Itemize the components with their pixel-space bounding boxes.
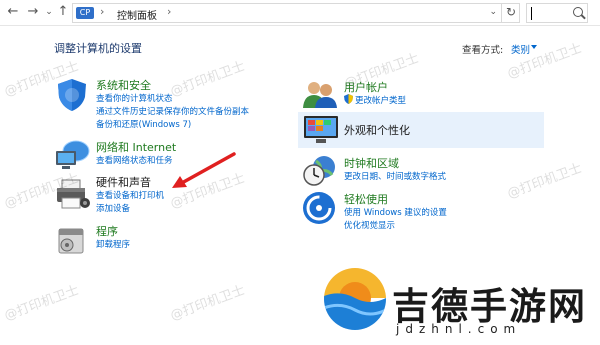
accessibility-icon xyxy=(303,192,335,224)
view-by-dropdown[interactable]: 类别 xyxy=(511,42,530,56)
back-arrow-icon[interactable]: ← xyxy=(4,3,22,21)
category-programs[interactable]: 程序 卸载程序 xyxy=(54,223,294,254)
view-by-label: 查看方式: xyxy=(462,45,504,56)
search-icon[interactable] xyxy=(573,7,583,17)
printer-icon xyxy=(57,179,90,209)
link-view-computer-status[interactable]: 查看你的计算机状态 xyxy=(96,92,173,104)
page-title: 调整计算机的设置 xyxy=(54,42,142,55)
annotation-arrow-icon xyxy=(172,152,236,188)
watermark: @打印机卫士 xyxy=(2,282,81,324)
link-add-device[interactable]: 添加设备 xyxy=(96,202,130,214)
programs-icon xyxy=(58,228,84,254)
up-arrow-icon[interactable]: ↑ xyxy=(54,3,72,21)
breadcrumb-control-panel[interactable]: 控制面板 xyxy=(117,7,157,22)
clock-icon xyxy=(303,156,335,186)
link-file-history[interactable]: 通过文件历史记录保存你的文件备份副本 xyxy=(96,105,249,117)
category-title[interactable]: 程序 xyxy=(96,223,118,239)
link-change-date-time[interactable]: 更改日期、时间或数字格式 xyxy=(344,170,446,182)
link-network-status[interactable]: 查看网络状态和任务 xyxy=(96,154,173,166)
refresh-icon[interactable]: ↻ xyxy=(501,3,520,23)
category-clock-region[interactable]: 时钟和区域 更改日期、时间或数字格式 xyxy=(302,155,542,187)
link-change-account-type[interactable]: 更改帐户类型 xyxy=(355,94,406,106)
appearance-icon xyxy=(304,116,338,143)
breadcrumb-chevron-icon[interactable]: › xyxy=(167,5,171,18)
link-backup-restore[interactable]: 备份和还原(Windows 7) xyxy=(96,118,191,130)
category-system-security[interactable]: 系统和安全 查看你的计算机状态 通过文件历史记录保存你的文件备份副本 备份和还原… xyxy=(54,77,294,130)
category-user-accounts[interactable]: 用户帐户 更改帐户类型 xyxy=(302,79,542,109)
address-field[interactable]: CP › 控制面板 › ⌄ xyxy=(72,3,520,23)
breadcrumb-chevron-icon[interactable]: › xyxy=(100,5,104,18)
users-icon xyxy=(303,82,337,108)
network-icon xyxy=(56,140,90,169)
shield-icon xyxy=(58,79,86,111)
category-title[interactable]: 轻松使用 xyxy=(344,191,388,207)
watermark: @打印机卫士 xyxy=(168,282,247,324)
category-title[interactable]: 硬件和声音 xyxy=(96,174,151,190)
category-title[interactable]: 网络和 Internet xyxy=(96,139,176,155)
category-ease-of-access[interactable]: 轻松使用 使用 Windows 建议的设置 优化视觉显示 xyxy=(302,191,542,231)
address-dropdown-icon[interactable]: ⌄ xyxy=(489,7,497,17)
category-title[interactable]: 时钟和区域 xyxy=(344,155,399,171)
category-title[interactable]: 外观和个性化 xyxy=(344,122,410,138)
control-panel-icon: CP xyxy=(76,7,94,19)
category-appearance-personalization[interactable]: 外观和个性化 xyxy=(302,114,542,146)
link-devices-printers[interactable]: 查看设备和打印机 xyxy=(96,189,164,201)
logo-mark xyxy=(324,268,386,330)
link-use-recommended-settings[interactable]: 使用 Windows 建议的设置 xyxy=(344,206,447,218)
link-optimize-display[interactable]: 优化视觉显示 xyxy=(344,219,395,231)
logo-url: jdzhnl.com xyxy=(396,322,522,336)
search-input[interactable] xyxy=(526,3,588,23)
link-uninstall-program[interactable]: 卸载程序 xyxy=(96,238,130,250)
category-title[interactable]: 用户帐户 xyxy=(344,79,388,95)
text-cursor xyxy=(531,7,532,20)
address-toolbar: ← → ⌄ ↑ CP › 控制面板 › ⌄ ↻ xyxy=(0,0,600,26)
chevron-down-icon[interactable] xyxy=(531,45,537,49)
category-title[interactable]: 系统和安全 xyxy=(96,77,151,93)
uac-shield-icon xyxy=(344,94,353,104)
